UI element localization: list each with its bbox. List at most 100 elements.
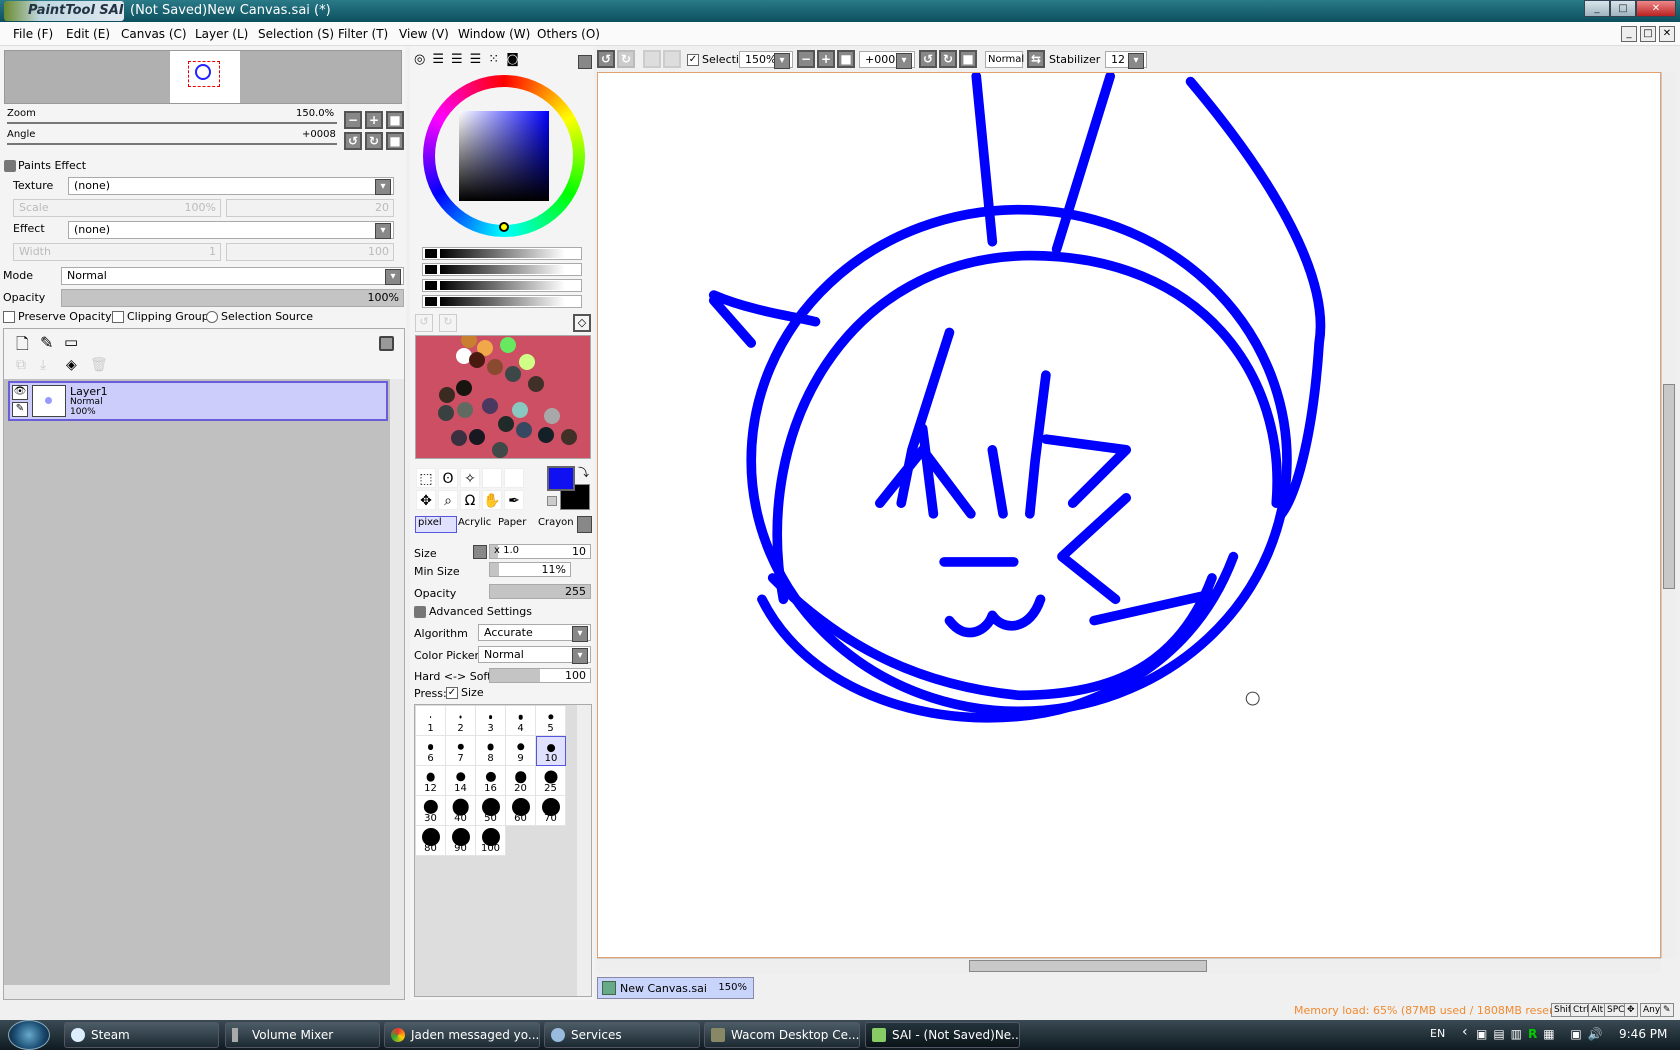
color-swatch[interactable] [537,426,554,443]
min-size-slider[interactable]: 11% [489,562,571,577]
zoom-out-button[interactable]: − [344,111,362,129]
brush-size-preset[interactable]: 70 [536,796,566,826]
color-swatch[interactable] [543,407,560,424]
menu-layer[interactable]: Layer (L) [195,27,248,41]
brush-size-preset[interactable]: 14 [446,766,476,796]
color-swatch[interactable] [438,387,455,403]
clipping-group-checkbox[interactable]: Clipping Group [112,310,209,323]
color-swatch[interactable] [482,397,499,414]
color-swatch[interactable] [468,428,485,445]
color-swatch[interactable] [504,366,521,383]
menu-canvas[interactable]: Canvas (C) [121,27,187,41]
color-swatch[interactable] [560,428,577,445]
lasso-icon[interactable]: ʘ [438,468,458,488]
show-hidden-icons[interactable]: ‹ [1462,1024,1468,1040]
brush-tabs-scroll[interactable] [577,516,592,533]
brush-size-preset[interactable]: 50 [476,796,506,826]
redo-swatch-icon[interactable]: ↻ [439,314,457,332]
brush-size-preset[interactable]: 7 [446,736,476,766]
taskbar-volume-mixer[interactable]: Volume Mixer [225,1022,380,1048]
color-wheel[interactable] [423,75,585,237]
brush-size-preset[interactable]: 2 [446,706,476,736]
toolbar-zoom-out[interactable]: − [797,50,815,68]
tray-icons[interactable]: ▣▤▥R▦ ▣🔊 [1476,1027,1626,1043]
zoom-tool-icon[interactable]: ⌕ [438,490,458,510]
rotate-tool-icon[interactable]: Ω [460,490,480,510]
brush-size-preset[interactable]: 9 [506,736,536,766]
brush-size-preset[interactable]: 100 [476,826,506,856]
start-button[interactable] [8,1020,50,1050]
mdi-close-button[interactable]: ✕ [1659,26,1675,42]
color-swatch[interactable] [437,404,454,421]
color-swatch[interactable] [497,415,514,432]
menu-selection[interactable]: Selection (S) [258,27,334,41]
gray-slider-1[interactable] [422,247,582,260]
color-swatch[interactable] [515,421,532,438]
drawing-canvas[interactable] [597,72,1661,958]
flip-horizontal-button[interactable]: ⇆ [1027,50,1045,68]
paint-brush-icon[interactable]: ✎ [12,402,28,417]
color-swatch[interactable] [486,358,503,375]
language-indicator[interactable]: EN [1430,1027,1445,1040]
eyedropper-icon[interactable]: ✒ [504,490,524,510]
menu-others[interactable]: Others (O) [537,27,600,41]
collapse-icon[interactable] [414,606,426,618]
brush-tab-pixel[interactable]: pixel [415,516,457,533]
new-layer-icon[interactable]: 🗋 [16,333,29,360]
copy-layer-icon[interactable]: ⧉ [16,357,26,373]
swap-colors-icon[interactable]: ⤵ [578,464,589,480]
mdi-restore-button[interactable]: □ [1640,26,1656,42]
selection-source-radio[interactable]: Selection Source [206,310,313,323]
toolbar-zoom-in[interactable]: + [817,50,835,68]
blend-mode-select[interactable]: Normal [61,267,404,285]
invert-selection-button[interactable] [663,50,681,68]
rotate-right-button[interactable]: ↻ [365,132,383,150]
layer-mask-icon[interactable] [379,336,394,351]
brush-size-preset[interactable]: 16 [476,766,506,796]
color-swatch[interactable] [491,442,508,458]
collapse-icon[interactable] [4,160,16,172]
scratchpad[interactable] [415,335,591,459]
taskbar-wacom[interactable]: Wacom Desktop Ce... [704,1022,860,1048]
menu-file[interactable]: File (F) [13,27,53,41]
layer-scrollbar[interactable] [390,379,404,999]
color-swatch[interactable] [511,401,528,418]
brush-size-preset[interactable]: 5 [536,706,566,736]
rect-select-icon[interactable]: ⬚ [416,468,436,488]
hue-marker[interactable] [499,222,509,232]
maximize-button[interactable]: □ [1610,0,1636,17]
stabilizer-select[interactable]: 12 [1105,51,1147,69]
deselect-button[interactable] [643,50,661,68]
size-multiplier-dropdown[interactable] [473,545,487,559]
clear-layer-icon[interactable]: ◈ [66,357,77,373]
saturation-value-square[interactable] [459,111,549,201]
undo-button[interactable]: ↺ [597,50,615,68]
color-swatch[interactable] [500,337,517,354]
color-swatch[interactable] [519,354,535,370]
brush-size-preset[interactable]: 12 [416,766,446,796]
brush-size-preset[interactable]: 25 [536,766,566,796]
gray-slider-3[interactable] [422,279,582,292]
hand-icon[interactable]: ✋ [482,490,502,510]
mdi-minimize-button[interactable]: _ [1621,26,1637,42]
color-swatch[interactable] [460,336,477,349]
brush-size-preset[interactable]: 40 [446,796,476,826]
scratchpad-eraser-icon[interactable]: ◇ [573,314,591,332]
brush-size-preset[interactable]: 20 [506,766,536,796]
brush-size-preset[interactable]: 80 [416,826,446,856]
close-button[interactable]: ✕ [1636,0,1676,17]
gray-slider-2[interactable] [422,263,582,276]
delete-layer-icon[interactable]: 🗑 [90,357,108,373]
layer-hscrollbar[interactable] [4,985,390,999]
magic-wand-icon[interactable]: ✧ [460,468,480,488]
canvas-tab[interactable]: New Canvas.sai 150% [597,977,754,999]
clock[interactable]: 9:46 PM [1619,1027,1667,1041]
layer-row[interactable]: 👁 ✎ Layer1 Normal 100% [8,381,388,421]
color-swatch[interactable] [468,351,485,368]
taskbar-services[interactable]: Services [544,1022,700,1048]
brush-tab-crayon[interactable]: Crayon [538,517,574,528]
menu-view[interactable]: View (V) [399,27,449,41]
color-picker-select[interactable]: Normal [478,646,591,664]
view-mode-button[interactable]: Normal [985,51,1024,68]
brush-size-preset[interactable]: 3 [476,706,506,736]
